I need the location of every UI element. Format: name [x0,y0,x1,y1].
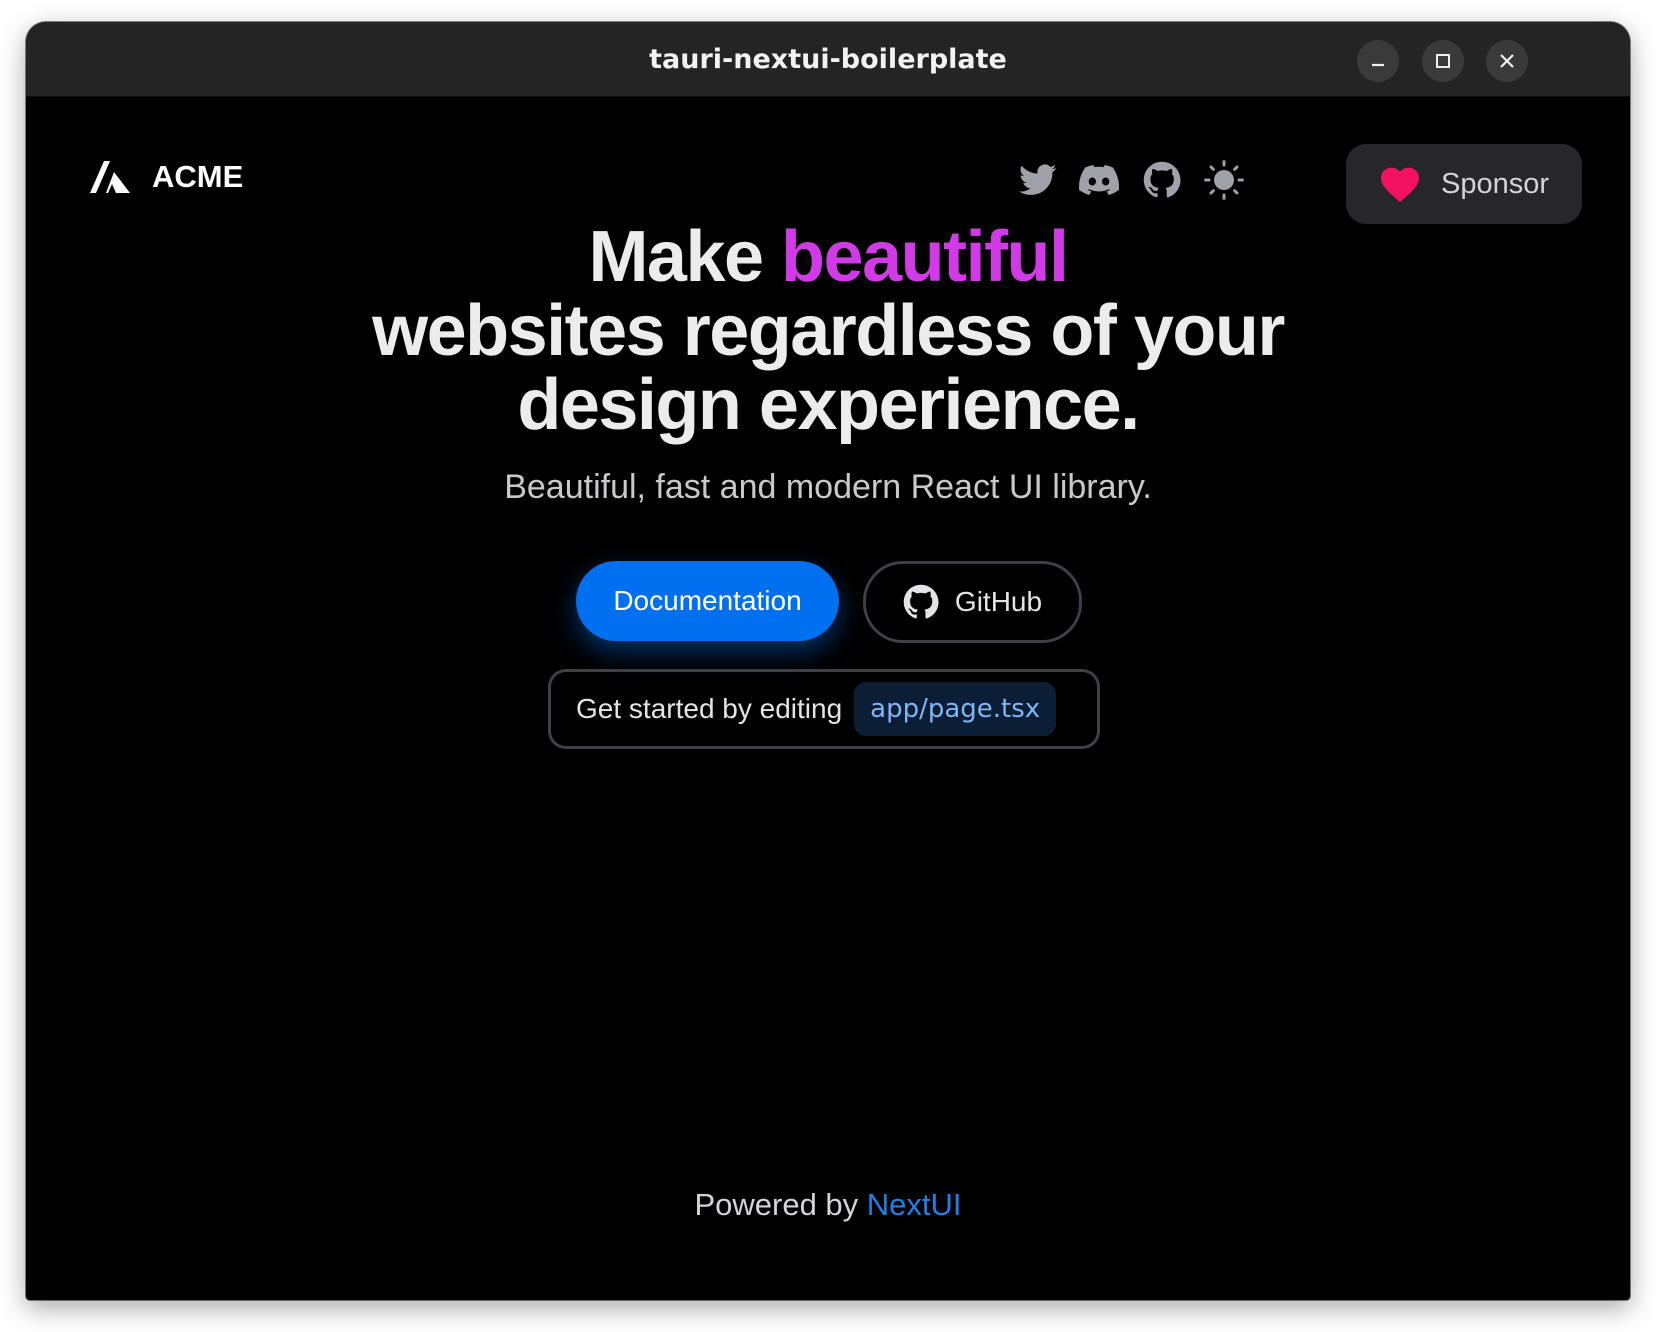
footer: Powered by NextUI [26,1187,1630,1223]
brand-name: ACME [152,159,244,194]
maximize-button[interactable] [1422,40,1464,82]
hero-subtitle: Beautiful, fast and modern React UI libr… [504,468,1152,506]
snippet-text: Get started by editing [576,693,843,724]
code-snippet: Get started by editing app/page.tsx [548,669,1100,749]
sponsor-label: Sponsor [1440,167,1549,200]
discord-link[interactable] [1077,158,1121,202]
heart-icon [1380,167,1419,203]
github-link[interactable] [1140,158,1184,202]
hero-title: Make beautiful websites regardless of yo… [26,220,1630,442]
github-button[interactable]: GitHub [863,561,1082,643]
page-content: ACME Sponsor Make beautiful websites reg… [26,97,1630,1300]
github-icon [903,584,939,619]
minimize-icon [1372,63,1384,67]
acme-logo-icon [90,161,130,193]
documentation-button[interactable]: Documentation [576,561,839,641]
close-button[interactable] [1486,40,1528,82]
app-window: tauri-nextui-boilerplate ACME Sponsor Ma… [26,22,1630,1300]
twitter-link[interactable] [1016,158,1060,202]
discord-icon [1079,165,1119,195]
sun-icon [1204,160,1244,200]
minimize-button[interactable] [1357,40,1399,82]
close-icon [1500,54,1514,68]
github-button-label: GitHub [954,586,1043,617]
theme-toggle[interactable] [1202,158,1246,202]
hero-title-accent: beautiful [781,217,1069,297]
maximize-icon [1436,54,1450,68]
twitter-icon [1019,164,1057,195]
hero-title-line3: design experience. [517,365,1140,445]
snippet-code: app/page.tsx [854,682,1057,736]
nextui-link[interactable]: NextUI [867,1187,962,1222]
title-bar[interactable]: tauri-nextui-boilerplate [26,22,1630,97]
github-icon [1143,161,1181,198]
footer-prefix: Powered by [694,1187,859,1222]
hero-title-part1: Make [588,217,782,297]
brand-link[interactable]: ACME [90,159,243,195]
sponsor-button[interactable]: Sponsor [1346,144,1582,224]
hero-title-line2: websites regardless of your [372,291,1285,371]
